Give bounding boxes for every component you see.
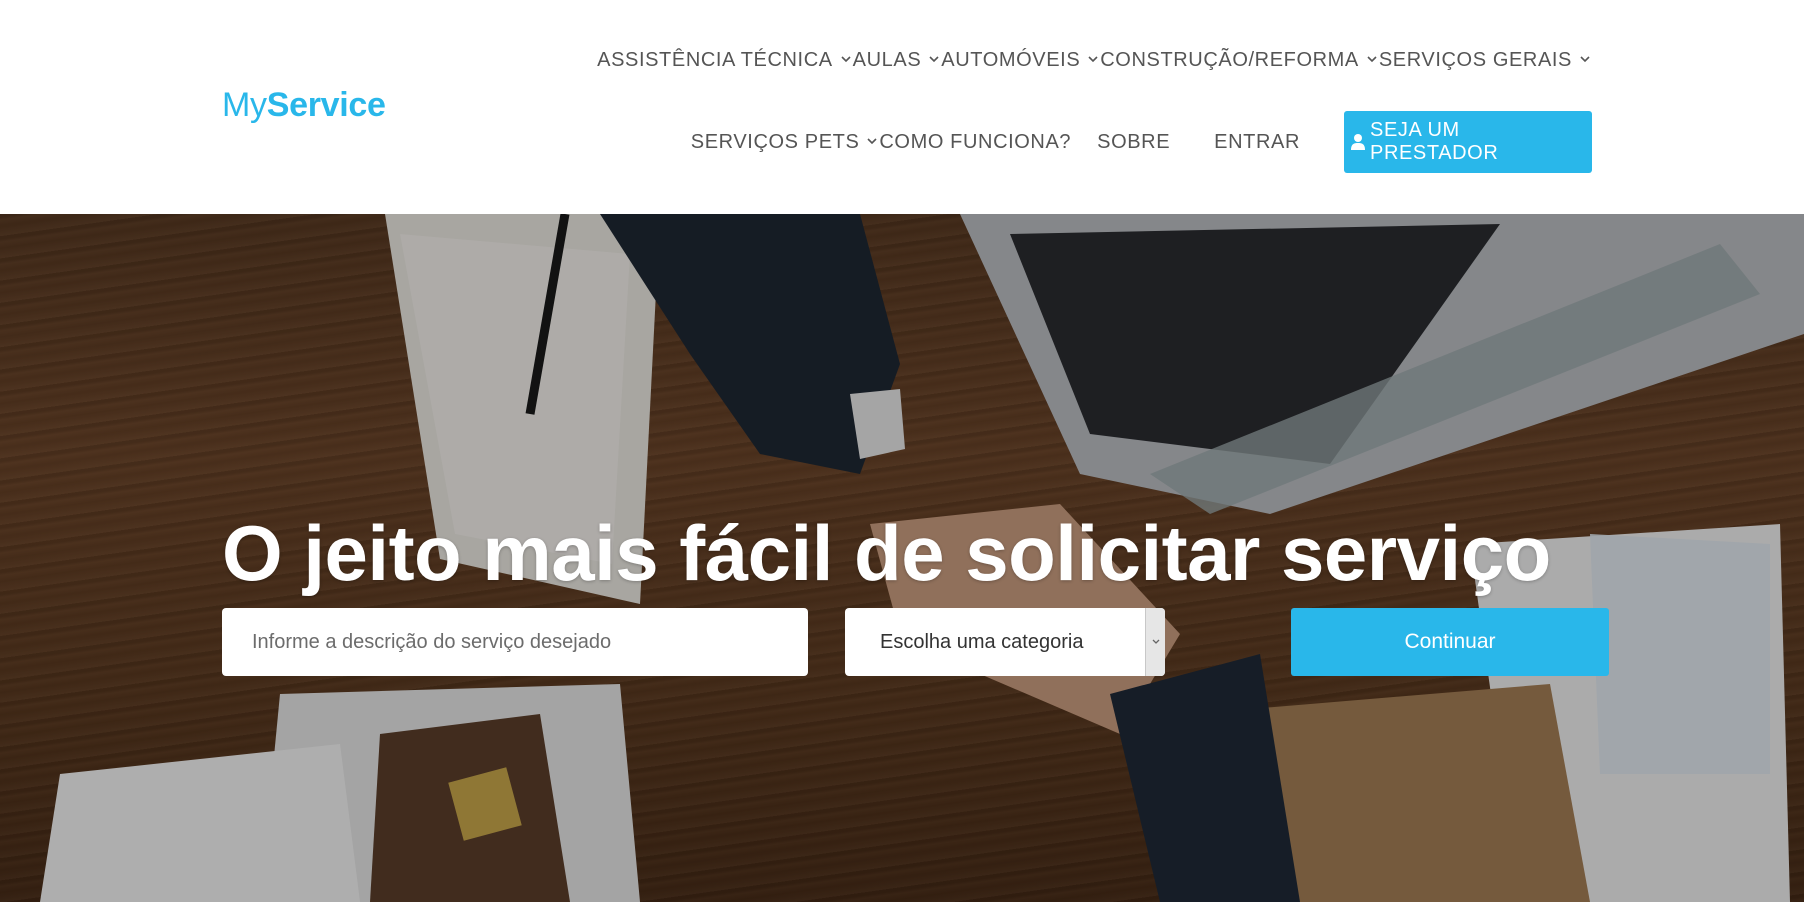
nav-label: COMO FUNCIONA? [879, 130, 1072, 153]
chevron-down-icon [1578, 52, 1592, 66]
nav-label: SOBRE [1097, 130, 1171, 153]
chevron-down-icon [1086, 52, 1100, 66]
continue-button[interactable]: Continuar [1291, 608, 1609, 676]
chevron-down-icon [865, 134, 879, 148]
nav-label: ASSISTÊNCIA TÉCNICA [597, 48, 833, 71]
hero-headline: O jeito mais fácil de solicitar serviço [222, 509, 1551, 597]
nav-item-automoveis[interactable]: AUTOMÓVEIS [941, 49, 1100, 72]
nav-item-aulas[interactable]: AULAS [853, 49, 942, 72]
site-header: MyService ASSISTÊNCIA TÉCNICA AULAS AUTO… [0, 0, 1804, 214]
category-select[interactable]: Escolha uma categoria [845, 608, 1165, 676]
nav-item-sobre[interactable]: SOBRE [1097, 131, 1170, 154]
main-nav-row-2: SERVIÇOS PETS COMO FUNCIONA? SOBRE ENTRA… [691, 111, 1592, 173]
nav-label: CONSTRUÇÃO/REFORMA [1100, 48, 1359, 71]
select-arrow-icon [1145, 608, 1165, 676]
nav-label: SERVIÇOS PETS [690, 130, 860, 153]
chevron-down-icon [927, 52, 941, 66]
service-description-input[interactable] [222, 608, 808, 676]
nav-item-como-funciona[interactable]: COMO FUNCIONA? [879, 131, 1071, 154]
nav-item-entrar[interactable]: ENTRAR [1214, 131, 1300, 154]
nav-item-servicos-gerais[interactable]: SERVIÇOS GERAIS [1379, 49, 1592, 72]
nav-item-assistencia-tecnica[interactable]: ASSISTÊNCIA TÉCNICA [597, 49, 853, 72]
nav-item-servicos-pets[interactable]: SERVIÇOS PETS [691, 131, 880, 154]
hero-section: O jeito mais fácil de solicitar serviço [0, 214, 1804, 902]
nav-label: AUTOMÓVEIS [941, 48, 1081, 71]
logo-prefix: My [222, 86, 267, 124]
nav-label: SERVIÇOS GERAIS [1378, 48, 1572, 71]
main-nav-row-1: ASSISTÊNCIA TÉCNICA AULAS AUTOMÓVEIS CON… [597, 40, 1592, 80]
chevron-down-icon [839, 52, 853, 66]
logo[interactable]: MyService [222, 86, 386, 125]
nav-item-construcao-reforma[interactable]: CONSTRUÇÃO/REFORMA [1100, 49, 1379, 72]
category-select-value: Escolha uma categoria [880, 630, 1084, 653]
logo-name: Service [266, 86, 386, 124]
chevron-down-icon [1365, 52, 1379, 66]
user-icon [1350, 133, 1366, 151]
nav-label: ENTRAR [1214, 130, 1300, 153]
nav-label: AULAS [852, 48, 922, 71]
become-provider-label: SEJA UM PRESTADOR [1370, 119, 1499, 164]
become-provider-button[interactable]: SEJA UM PRESTADOR [1344, 111, 1592, 173]
